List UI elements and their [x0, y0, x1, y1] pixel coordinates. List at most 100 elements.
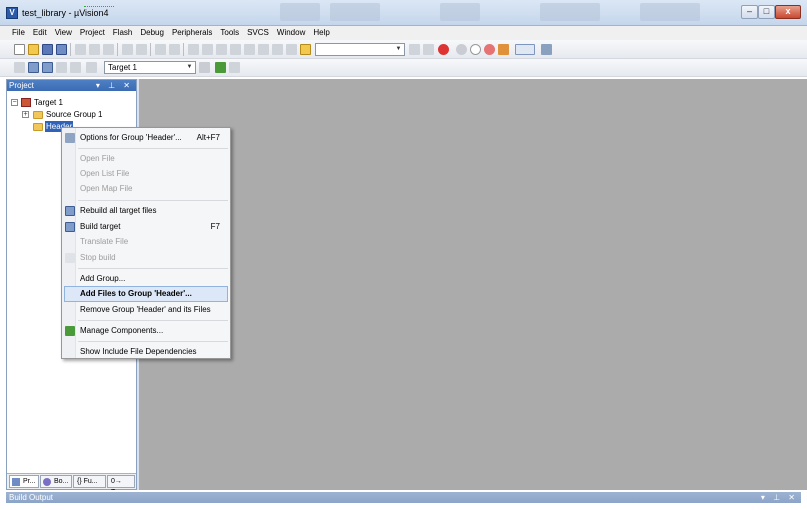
next-bookmark-icon[interactable]	[216, 44, 227, 55]
menu-project[interactable]: Project	[76, 26, 109, 40]
menu-add-files-to-group[interactable]: Add Files to Group 'Header'...	[64, 286, 228, 302]
menu-separator	[78, 148, 228, 149]
tab-templates[interactable]: 0→ Te...	[107, 475, 135, 496]
debug-start-icon[interactable]	[438, 44, 449, 55]
collapse-icon[interactable]: −	[11, 99, 18, 106]
menu-peripherals[interactable]: Peripherals	[168, 26, 216, 40]
undo-icon[interactable]	[122, 44, 133, 55]
disable-breakpoint-icon[interactable]	[470, 44, 481, 55]
menu-build-target[interactable]: Build target F7	[64, 219, 228, 235]
panel-controls[interactable]: ▾ ⊥ ✕	[761, 492, 798, 503]
menu-translate-file[interactable]: Translate File	[64, 234, 228, 250]
expand-icon[interactable]: +	[22, 111, 29, 118]
minimize-button[interactable]: –	[741, 5, 758, 19]
window-layout-icon[interactable]	[515, 44, 535, 55]
maximize-button[interactable]: □	[758, 5, 775, 19]
breakpoint-icon[interactable]	[456, 44, 467, 55]
menu-edit[interactable]: Edit	[29, 26, 51, 40]
prev-bookmark-icon[interactable]	[202, 44, 213, 55]
tab-books[interactable]: Bo...	[40, 475, 72, 488]
comment-icon[interactable]	[272, 44, 283, 55]
uncomment-icon[interactable]	[286, 44, 297, 55]
blurred-region	[330, 3, 380, 21]
menu-rebuild-all[interactable]: Rebuild all target files	[64, 203, 228, 219]
menu-debug[interactable]: Debug	[136, 26, 168, 40]
menu-open-file[interactable]: Open File	[64, 151, 228, 167]
cut-icon[interactable]	[75, 44, 86, 55]
project-tab-icon	[12, 478, 20, 486]
open-folder-icon[interactable]	[28, 44, 39, 55]
tree-target[interactable]: Target 1	[34, 97, 63, 108]
new-file-icon[interactable]	[14, 44, 25, 55]
menu-svcs[interactable]: SVCS	[243, 26, 273, 40]
menu-open-list-file[interactable]: Open List File	[64, 166, 228, 182]
menu-file[interactable]: File	[8, 26, 29, 40]
menu-stop-build[interactable]: Stop build	[64, 250, 228, 266]
translate-icon[interactable]	[14, 62, 25, 73]
toolbar-separator	[183, 43, 184, 56]
target-combo[interactable]: Target 1 ▼	[104, 61, 196, 74]
window-title: test_library - µVision4	[22, 8, 109, 18]
build-output-header: Build Output ▾ ⊥ ✕	[6, 492, 801, 503]
nav-back-icon[interactable]	[155, 44, 166, 55]
menu-show-include-deps[interactable]: Show Include File Dependencies	[64, 344, 228, 360]
build-icon[interactable]	[28, 62, 39, 73]
manage-components-icon	[65, 326, 75, 336]
folder-icon	[33, 123, 43, 131]
tools-wrench-icon[interactable]	[541, 44, 552, 55]
blurred-region	[540, 3, 600, 21]
menu-add-group[interactable]: Add Group...	[64, 271, 228, 287]
tab-project[interactable]: Pr...	[9, 475, 39, 488]
redo-icon[interactable]	[136, 44, 147, 55]
title-bar: V test_library - µVision4 – □ x	[0, 0, 807, 26]
find-in-files-icon[interactable]	[300, 44, 311, 55]
project-panel-header: Project ▾ ⊥ ✕	[7, 80, 136, 91]
find-icon[interactable]	[409, 44, 420, 55]
rebuild-icon[interactable]	[42, 62, 53, 73]
paste-icon[interactable]	[103, 44, 114, 55]
batch-build-icon[interactable]	[56, 62, 67, 73]
editor-workspace[interactable]	[139, 79, 807, 490]
copy-icon[interactable]	[89, 44, 100, 55]
tab-functions[interactable]: {} Fu...	[73, 475, 106, 488]
toolbar-separator	[70, 43, 71, 56]
build-icon	[65, 222, 75, 232]
kill-breakpoints-icon[interactable]	[484, 44, 495, 55]
download-icon[interactable]	[86, 62, 97, 73]
menu-remove-group[interactable]: Remove Group 'Header' and its Files	[64, 302, 228, 318]
tree-source-group[interactable]: Source Group 1	[46, 109, 102, 120]
manage-components-icon[interactable]	[215, 62, 226, 73]
stop-build-icon	[65, 253, 75, 263]
stop-build-icon[interactable]	[70, 62, 81, 73]
target-options-icon[interactable]	[199, 62, 210, 73]
save-icon[interactable]	[42, 44, 53, 55]
save-all-icon[interactable]	[56, 44, 67, 55]
menu-separator	[78, 341, 228, 342]
incremental-find-icon[interactable]	[423, 44, 434, 55]
find-combo[interactable]: ▼	[315, 43, 405, 56]
books-tab-icon	[43, 478, 51, 486]
menu-manage-components[interactable]: Manage Components...	[64, 323, 228, 339]
nav-forward-icon[interactable]	[169, 44, 180, 55]
menu-open-map-file[interactable]: Open Map File	[64, 181, 228, 197]
unindent-icon[interactable]	[258, 44, 269, 55]
clear-bookmarks-icon[interactable]	[230, 44, 241, 55]
chevron-down-icon: ▼	[186, 64, 193, 70]
menu-options-for-group[interactable]: Options for Group 'Header'... Alt+F7	[64, 130, 228, 146]
configure-icon[interactable]	[498, 44, 509, 55]
indent-icon[interactable]	[244, 44, 255, 55]
menu-window[interactable]: Window	[273, 26, 309, 40]
menu-tools[interactable]: Tools	[216, 26, 243, 40]
bookmark-icon[interactable]	[188, 44, 199, 55]
blurred-region	[640, 3, 700, 21]
file-extensions-icon[interactable]	[229, 62, 240, 73]
close-button[interactable]: x	[775, 5, 801, 19]
menu-separator	[78, 200, 228, 201]
menu-help[interactable]: Help	[309, 26, 333, 40]
file-toolbar: ▼	[0, 40, 807, 59]
panel-controls[interactable]: ▾ ⊥ ✕	[96, 80, 133, 91]
target-icon	[21, 98, 31, 107]
menu-flash[interactable]: Flash	[109, 26, 137, 40]
menu-view[interactable]: View	[51, 26, 76, 40]
folder-icon	[33, 111, 43, 119]
